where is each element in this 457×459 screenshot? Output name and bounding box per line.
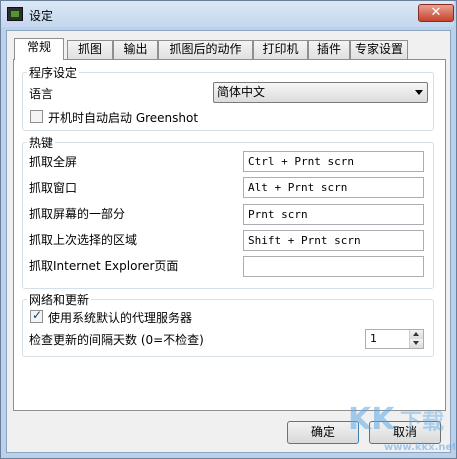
proxy-label: 使用系统默认的代理服务器 [48, 311, 193, 325]
update-interval-value: 1 [370, 332, 377, 345]
svg-text:www.kkx.net: www.kkx.net [384, 442, 455, 453]
update-interval-label: 检查更新的间隔天数 (0=不检查) [29, 333, 204, 347]
spin-buttons [409, 330, 423, 348]
spin-up-icon[interactable] [410, 330, 423, 339]
language-select-value: 简体中文 [217, 85, 266, 99]
language-label: 语言 [29, 87, 54, 101]
tab-capture[interactable]: 抓图 [67, 40, 113, 59]
chevron-down-icon [415, 90, 423, 95]
hotkey-fullscreen-input[interactable]: Ctrl + Prnt scrn [243, 151, 424, 172]
language-select[interactable]: 简体中文 [213, 82, 428, 103]
tab-plugins[interactable]: 插件 [308, 40, 350, 59]
hotkey-label-ie-page: 抓取Internet Explorer页面 [29, 259, 179, 273]
tab-general[interactable]: 常规 [14, 38, 64, 60]
kk-download-watermark-logo: KK 下载 www.kkx.net [348, 402, 455, 453]
svg-text:KK: KK [348, 402, 396, 437]
hotkey-ie-page-input[interactable] [243, 256, 424, 277]
hotkey-label-region: 抓取屏幕的一部分 [29, 207, 126, 221]
tab-post-capture-actions[interactable]: 抓图后的动作 [158, 40, 253, 59]
window-title: 设定 [29, 9, 54, 23]
hotkeys-legend: 热键 [27, 134, 56, 151]
hotkey-label-last-region: 抓取上次选择的区域 [29, 233, 138, 247]
hotkey-label-fullscreen: 抓取全屏 [29, 155, 78, 169]
program-settings-legend: 程序设定 [27, 64, 80, 81]
title-bar[interactable]: 设定 ✕ [1, 1, 454, 27]
greenshot-app-icon [7, 7, 23, 21]
autostart-label: 开机时自动启动 Greenshot [48, 111, 199, 125]
spin-down-icon[interactable] [410, 339, 423, 348]
autostart-checkbox[interactable] [30, 110, 43, 123]
proxy-checkbox[interactable] [30, 308, 43, 323]
hotkey-region-input[interactable]: Prnt scrn [243, 204, 424, 225]
tab-printer[interactable]: 打印机 [253, 40, 308, 59]
network-update-legend: 网络和更新 [27, 291, 92, 308]
close-button[interactable]: ✕ [418, 4, 454, 22]
svg-text:下载: 下载 [400, 409, 444, 435]
tab-output[interactable]: 输出 [113, 40, 158, 59]
hotkey-label-window: 抓取窗口 [29, 181, 78, 195]
tab-expert-settings[interactable]: 专家设置 [350, 40, 408, 59]
hotkey-last-region-input[interactable]: Shift + Prnt scrn [243, 230, 424, 251]
update-interval-stepper[interactable]: 1 [365, 329, 424, 349]
hotkey-window-input[interactable]: Alt + Prnt scrn [243, 177, 424, 198]
